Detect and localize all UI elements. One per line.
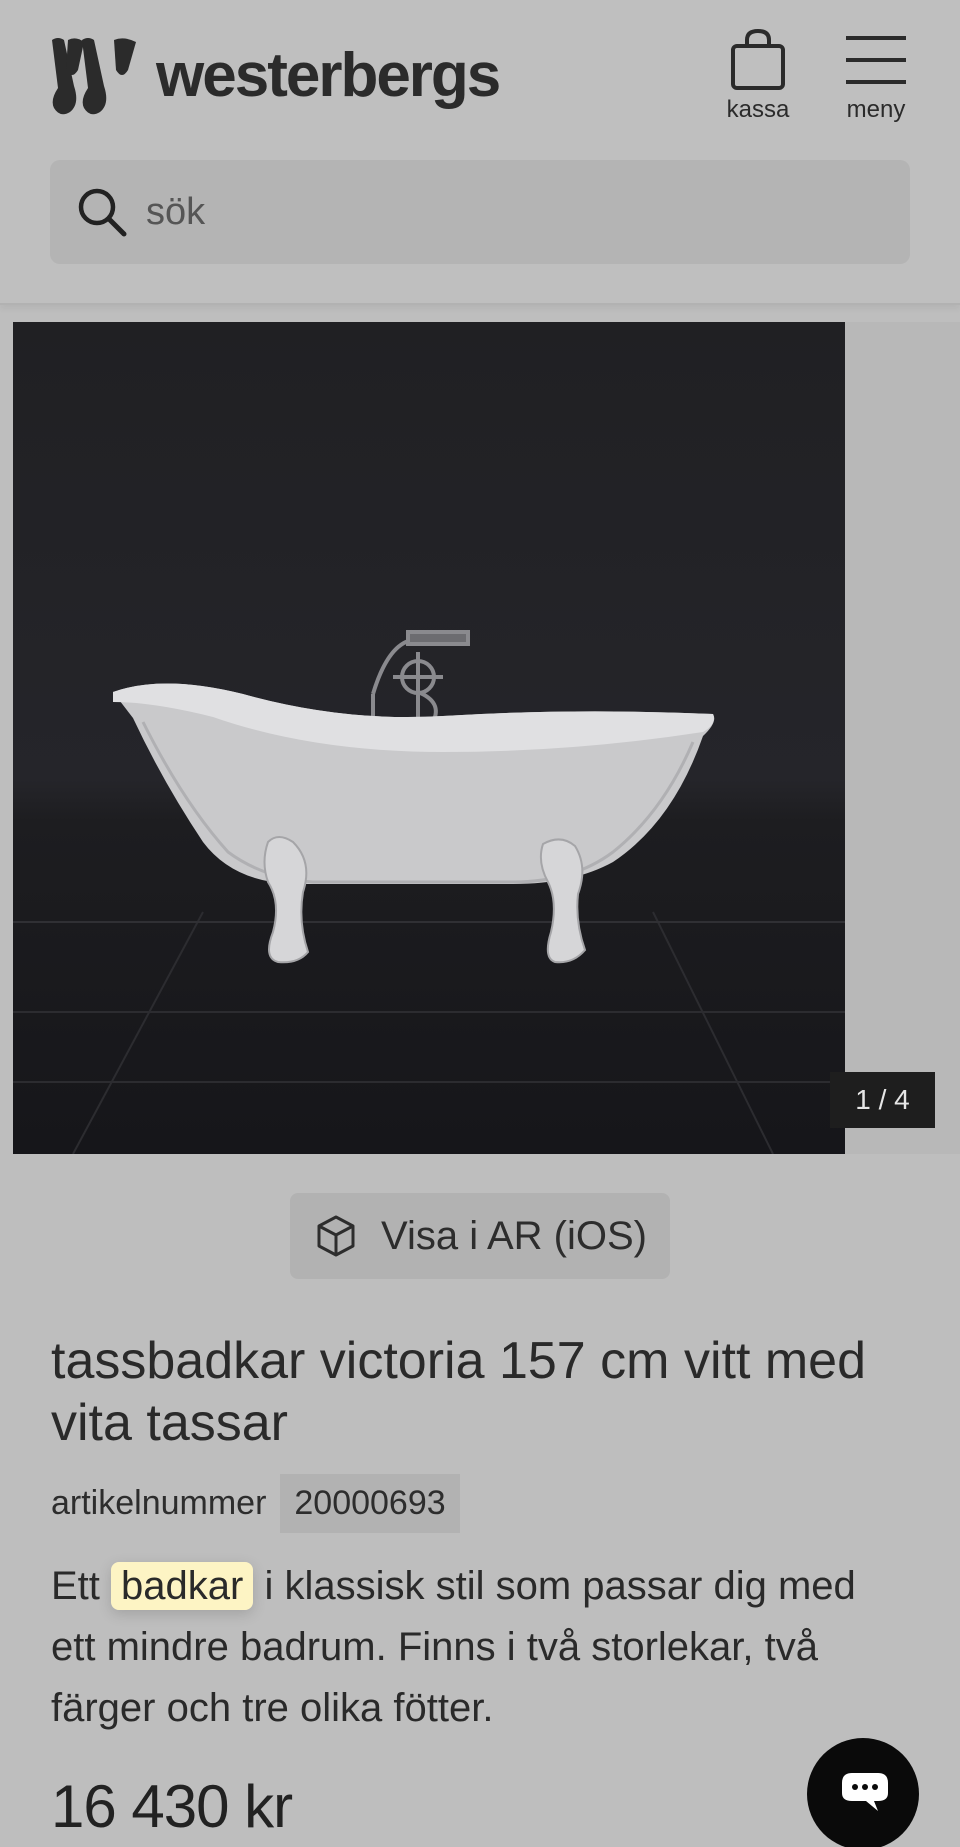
article-number-label: artikelnummer <box>51 1484 267 1522</box>
product-title: tassbadkar victoria 157 cm vitt med vita… <box>51 1332 866 1452</box>
description-start: Ett <box>51 1564 100 1608</box>
next-image-peek[interactable] <box>845 322 960 1154</box>
menu-button[interactable]: meny <box>836 28 916 124</box>
product-image[interactable] <box>13 322 845 1154</box>
brand-logo[interactable]: westerbergs <box>50 36 501 116</box>
article-number-value: 20000693 <box>280 1474 460 1533</box>
product-price: 16 430 kr <box>51 1773 293 1840</box>
search-bar[interactable] <box>50 160 910 264</box>
search-input[interactable] <box>146 190 846 234</box>
cart-label: kassa <box>726 96 790 123</box>
bathtub-illustration <box>13 630 845 1154</box>
article-number-row: artikelnummer 20000693 <box>51 1474 460 1533</box>
ar-cube-icon <box>317 1215 355 1257</box>
product-description: Ett badkar i klassisk stil som passar di… <box>51 1556 911 1739</box>
search-icon <box>78 188 127 237</box>
westerbergs-logo-icon <box>52 38 136 115</box>
hamburger-menu-icon <box>846 36 906 84</box>
brand-name: westerbergs <box>156 41 501 110</box>
cart-button[interactable]: kassa <box>718 28 798 124</box>
site-header: westerbergs kassa meny <box>0 0 960 305</box>
menu-label: meny <box>846 96 906 123</box>
chat-button[interactable] <box>807 1738 919 1847</box>
chat-icon <box>842 1773 888 1811</box>
highlighted-keyword[interactable]: badkar <box>111 1562 254 1610</box>
ar-button-label: Visa i AR (iOS) <box>381 1213 647 1258</box>
image-counter: 1 / 4 <box>830 1072 935 1128</box>
view-in-ar-button[interactable]: Visa i AR (iOS) <box>290 1193 670 1279</box>
shopping-bag-icon <box>731 28 785 90</box>
product-gallery[interactable]: 1 / 4 <box>13 322 960 1154</box>
